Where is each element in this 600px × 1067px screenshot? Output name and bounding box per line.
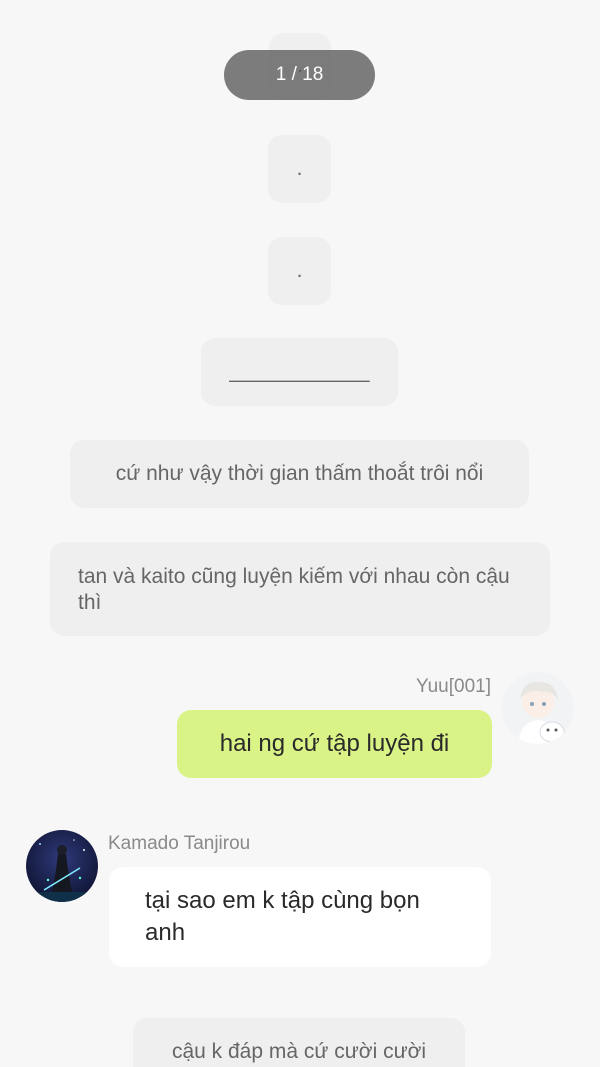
narration-bubble: . — [268, 237, 331, 305]
narration-bubble: ____________ — [201, 338, 398, 406]
page-counter: 1 / 18 — [224, 50, 375, 100]
narration-text: ____________ — [229, 360, 370, 383]
chat-story-screen: . 1 / 18 . . ____________ cứ như vậy thờ… — [0, 0, 600, 1067]
narration-bubble: cậu k đáp mà cứ cười cười — [133, 1018, 465, 1067]
message-text: hai ng cứ tập luyện đi — [219, 730, 450, 757]
narration-bubble: tan và kaito cũng luyện kiếm với nhau cò… — [50, 542, 550, 636]
status-bar — [0, 0, 600, 30]
sender-name: Kamado Tanjirou — [108, 833, 251, 854]
sender-name: Yuu[001] — [415, 676, 491, 697]
narration-text: cứ như vậy thời gian thấm thoắt trôi nổi — [115, 462, 484, 485]
chat-message-bubble[interactable]: tại sao em k tập cùng bọn anh — [109, 867, 491, 967]
narration-text: . — [296, 259, 303, 282]
narration-bubble: cứ như vậy thời gian thấm thoắt trôi nổi — [70, 440, 529, 508]
swordsman-avatar[interactable] — [26, 830, 98, 902]
narration-text: cậu k đáp mà cứ cười cười — [171, 1040, 427, 1063]
anime-boy-avatar[interactable] — [502, 672, 574, 744]
narration-text: . — [296, 157, 303, 180]
anime-boy-icon — [502, 672, 574, 744]
chat-message-bubble[interactable]: hai ng cứ tập luyện đi — [177, 710, 492, 778]
message-text: tại sao em k tập cùng bọn anh — [145, 887, 420, 946]
narration-text: tan và kaito cũng luyện kiếm với nhau cò… — [78, 565, 510, 614]
narration-bubble: . — [268, 135, 331, 203]
page-counter-label: 1 / 18 — [275, 64, 324, 85]
swordsman-icon — [26, 830, 98, 902]
